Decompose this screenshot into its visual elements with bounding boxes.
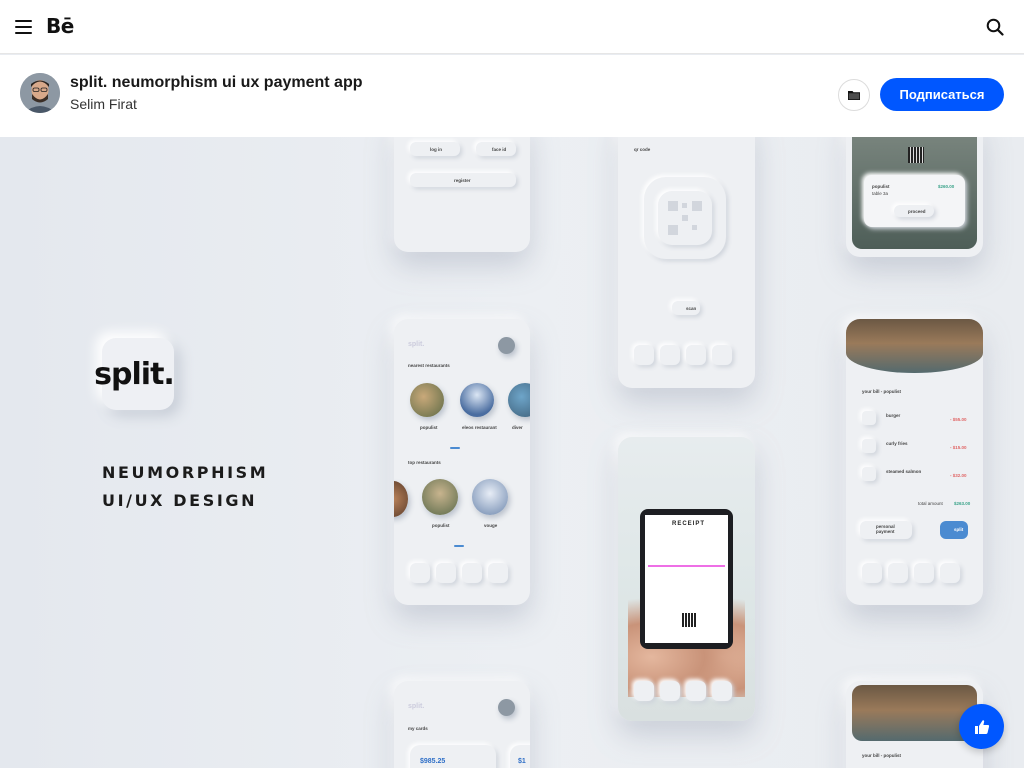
top-nav: Bē (0, 0, 1024, 54)
project-image: split. NEUMORPHISM UI/UX DESIGN log in f… (0, 137, 1024, 768)
phone-qr: qr code scan (618, 137, 755, 388)
tagline-line2: UI/UX DESIGN (102, 491, 258, 510)
phone-table: populist table 3a $260.00 proceed (846, 137, 983, 257)
app-icon: split. (94, 338, 175, 410)
project-header: split. neumorphism ui ux payment app Sel… (0, 55, 1024, 137)
project-title[interactable]: split. neumorphism ui ux payment app (70, 74, 362, 92)
author-name[interactable]: Selim Firat (70, 96, 137, 112)
avatar[interactable] (20, 73, 60, 113)
search-icon[interactable] (986, 18, 1004, 36)
tagline-line1: NEUMORPHISM (102, 463, 269, 482)
phone-login: log in face id register (394, 137, 530, 252)
phone-cards: split. my cards $985.25 $1 (394, 681, 530, 768)
menu-icon[interactable] (15, 20, 32, 34)
appreciate-button[interactable] (959, 704, 1004, 749)
thumbs-up-icon (974, 719, 989, 734)
save-to-collection-button[interactable] (838, 79, 870, 111)
folder-icon (848, 91, 860, 100)
phone-restaurants: split. nearest restaurants populist eleo… (394, 319, 530, 605)
follow-button[interactable]: Подписаться (880, 78, 1004, 111)
phone-receipt: RECEIPT (618, 437, 755, 721)
phone-bill: your bill - populist burger - $55.00 cur… (846, 319, 983, 605)
behance-logo[interactable]: Bē (46, 14, 74, 38)
